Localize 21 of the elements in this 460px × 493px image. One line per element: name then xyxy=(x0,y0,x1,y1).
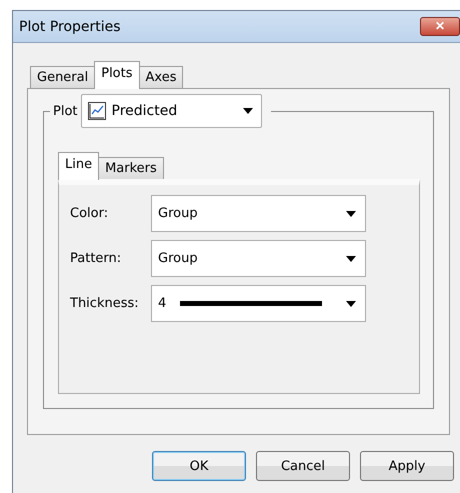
dropdown[interactable]: Group xyxy=(151,240,366,277)
field-label: Color: xyxy=(70,206,110,221)
tab[interactable]: Axes xyxy=(138,66,184,88)
dialog-button[interactable]: Apply xyxy=(360,451,454,481)
dialog-button[interactable]: OK xyxy=(152,451,246,481)
plot-dropdown[interactable]: Predicted xyxy=(80,94,262,128)
tab[interactable]: Plots xyxy=(94,61,140,89)
tab[interactable]: Markers xyxy=(98,157,164,179)
dropdown[interactable]: Group xyxy=(151,195,366,232)
field-label: Thickness: xyxy=(70,296,140,311)
caret-icon xyxy=(346,256,356,262)
tab[interactable]: Line xyxy=(58,152,100,180)
dropdown[interactable]: 4 xyxy=(151,285,366,322)
line-chart-icon xyxy=(88,102,106,120)
caret-icon xyxy=(242,108,253,114)
dialog-button[interactable]: Cancel xyxy=(256,451,350,481)
window-title: Plot Properties xyxy=(19,18,121,34)
field-label: Pattern: xyxy=(70,251,122,266)
caret-icon xyxy=(346,210,356,216)
tab[interactable]: General xyxy=(30,66,96,88)
caret-icon xyxy=(346,300,356,306)
